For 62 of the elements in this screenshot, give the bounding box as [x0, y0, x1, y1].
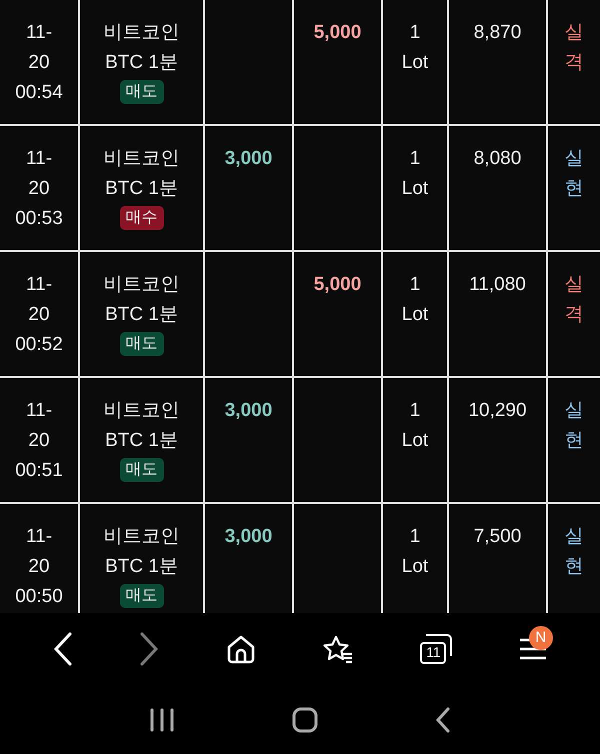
- date-text: 20: [28, 429, 50, 453]
- unit-text: Lot: [402, 555, 428, 579]
- side-badge: 매도: [120, 80, 164, 104]
- side-badge: 매수: [120, 206, 164, 230]
- product-name: 비트코인: [104, 21, 180, 45]
- time-text: 00:51: [15, 459, 63, 483]
- result-text: 실격: [564, 273, 584, 327]
- date-text: 20: [28, 51, 50, 75]
- back-icon[interactable]: [435, 706, 452, 732]
- quantity-text: 1: [410, 273, 420, 297]
- home-icon[interactable]: [226, 634, 256, 664]
- time-text: 00:53: [15, 207, 63, 231]
- bookmark-star-icon[interactable]: [322, 634, 354, 664]
- time-text: 00:50: [15, 585, 63, 609]
- quantity-text: 1: [410, 21, 420, 45]
- result-text: 실격: [564, 21, 584, 75]
- date-text: 20: [28, 303, 50, 327]
- date-text: 11-: [26, 525, 52, 549]
- unit-text: Lot: [402, 51, 428, 75]
- product-name: 비트코인: [104, 147, 180, 171]
- contract-name: BTC 1분: [105, 303, 178, 327]
- home-button-icon[interactable]: [292, 706, 318, 732]
- side-badge: 매도: [120, 332, 164, 356]
- date-text: 11-: [26, 21, 52, 45]
- time-text: 00:54: [15, 81, 63, 105]
- contract-name: BTC 1분: [105, 177, 178, 201]
- quantity-text: 1: [410, 525, 420, 549]
- date-text: 20: [28, 555, 50, 579]
- product-name: 비트코인: [104, 525, 180, 549]
- loss-amount: 5,000: [314, 273, 362, 297]
- result-text: 실현: [564, 525, 584, 579]
- result-text: 실현: [564, 147, 584, 201]
- price-text: 10,290: [468, 399, 527, 423]
- quantity-text: 1: [410, 147, 420, 171]
- unit-text: Lot: [402, 303, 428, 327]
- date-text: 11-: [26, 399, 52, 423]
- price-text: 7,500: [474, 525, 522, 549]
- contract-name: BTC 1분: [105, 429, 178, 453]
- contract-name: BTC 1분: [105, 555, 178, 579]
- unit-text: Lot: [402, 429, 428, 453]
- price-text: 11,080: [469, 273, 526, 297]
- contract-name: BTC 1분: [105, 51, 178, 75]
- date-text: 11-: [26, 147, 52, 171]
- quantity-text: 1: [410, 399, 420, 423]
- unit-text: Lot: [402, 177, 428, 201]
- date-text: 11-: [26, 273, 52, 297]
- product-name: 비트코인: [104, 273, 180, 297]
- result-text: 실현: [564, 399, 584, 453]
- forward-icon[interactable]: [139, 632, 160, 666]
- profit-amount: 3,000: [224, 147, 272, 171]
- profit-amount: 3,000: [224, 525, 272, 549]
- product-name: 비트코인: [104, 399, 180, 423]
- profit-amount: 3,000: [224, 399, 272, 423]
- side-badge: 매도: [120, 584, 164, 608]
- side-badge: 매도: [120, 458, 164, 482]
- loss-amount: 5,000: [314, 21, 362, 45]
- date-text: 20: [28, 177, 50, 201]
- recent-apps-icon[interactable]: [148, 708, 175, 732]
- price-text: 8,870: [474, 21, 522, 45]
- notification-badge: N: [528, 626, 553, 650]
- time-text: 00:52: [15, 333, 63, 357]
- price-text: 8,080: [474, 147, 522, 171]
